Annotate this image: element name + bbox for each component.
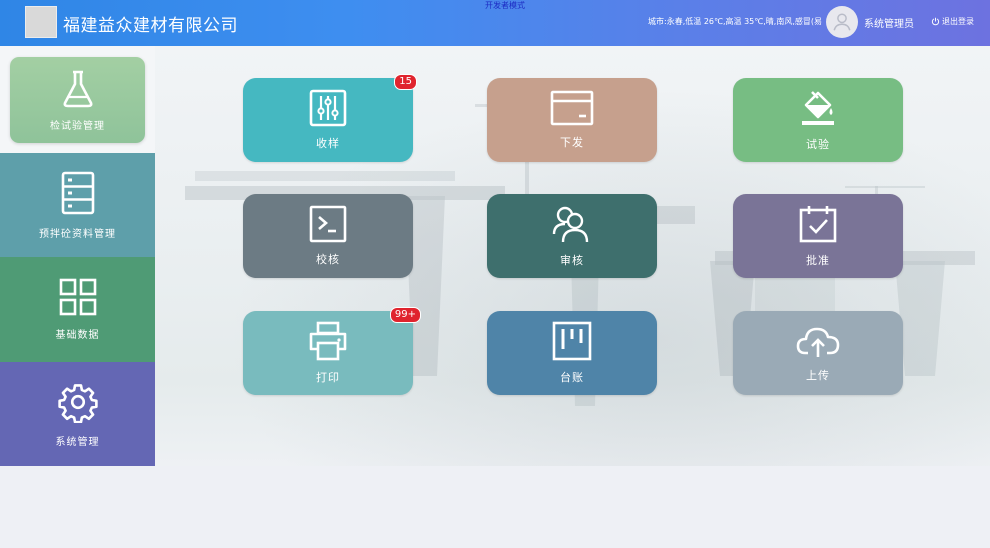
weather-info: 城市:永春,低温 26℃,高温 35℃,晴,南风,感冒(易 xyxy=(648,17,822,26)
logout-button[interactable]: 退出登录 xyxy=(931,16,974,27)
paint-bucket-icon xyxy=(802,91,834,125)
tile-label: 下发 xyxy=(560,136,584,149)
credit-card-icon xyxy=(550,90,594,126)
terminal-icon xyxy=(309,205,347,243)
users-icon xyxy=(552,206,589,243)
tile-print[interactable]: 打印 99+ xyxy=(243,307,421,395)
server-rack-icon xyxy=(61,171,94,214)
calendar-check-icon xyxy=(799,206,837,243)
sliders-icon xyxy=(309,89,347,127)
grid-icon xyxy=(59,278,96,316)
avatar[interactable] xyxy=(826,6,858,38)
app-title: 福建益众建材有限公司 xyxy=(63,16,238,36)
gear-icon xyxy=(57,383,98,423)
tile-review[interactable]: 审核 xyxy=(487,194,657,278)
tile-ledger[interactable]: 台账 xyxy=(487,311,657,395)
tile-receive-sample[interactable]: 收样 15 xyxy=(243,74,417,162)
flask-icon xyxy=(63,70,92,107)
logout-label: 退出登录 xyxy=(942,17,974,26)
tile-label: 收样 xyxy=(316,137,340,150)
sidebar-item-label: 系统管理 xyxy=(55,436,100,448)
tile-label: 上传 xyxy=(806,369,830,382)
dev-mode-link[interactable]: 开发者模式 xyxy=(485,0,525,11)
tile-dispatch[interactable]: 下发 xyxy=(487,78,657,162)
sidebar-item-label: 检试验管理 xyxy=(50,120,105,132)
notification-badge: 15 xyxy=(394,74,417,90)
sidebar: 检试验管理 预拌砼资料管理 基础数据 系统管理 xyxy=(0,46,155,466)
logo xyxy=(25,6,57,38)
tile-upload[interactable]: 上传 xyxy=(733,311,903,395)
sidebar-item-system-management[interactable]: 系统管理 xyxy=(0,362,155,466)
power-icon xyxy=(931,17,940,26)
tile-check[interactable]: 校核 xyxy=(243,194,413,278)
sidebar-item-concrete-docs[interactable]: 预拌砼资料管理 xyxy=(0,153,155,257)
username[interactable]: 系统管理员 xyxy=(864,15,914,30)
tile-label: 打印 xyxy=(316,371,340,384)
tile-label: 审核 xyxy=(560,254,584,267)
user-icon xyxy=(833,13,851,31)
board-icon xyxy=(552,321,592,361)
sidebar-item-label: 预拌砼资料管理 xyxy=(39,228,116,240)
tile-label: 试验 xyxy=(806,138,830,151)
printer-icon xyxy=(309,321,347,361)
sidebar-item-base-data[interactable]: 基础数据 xyxy=(0,257,155,362)
tile-test[interactable]: 试验 xyxy=(733,78,903,162)
cloud-upload-icon xyxy=(796,327,840,357)
tile-label: 校核 xyxy=(316,253,340,266)
tile-label: 台账 xyxy=(560,371,584,384)
notification-badge: 99+ xyxy=(389,307,421,323)
footer-area xyxy=(0,466,990,548)
sidebar-item-test-management[interactable]: 检试验管理 xyxy=(10,57,145,143)
tile-approve[interactable]: 批准 xyxy=(733,194,903,278)
top-header: 福建益众建材有限公司 开发者模式 城市:永春,低温 26℃,高温 35℃,晴,南… xyxy=(0,0,990,46)
sidebar-item-label: 基础数据 xyxy=(55,330,100,341)
tile-label: 批准 xyxy=(806,254,830,267)
